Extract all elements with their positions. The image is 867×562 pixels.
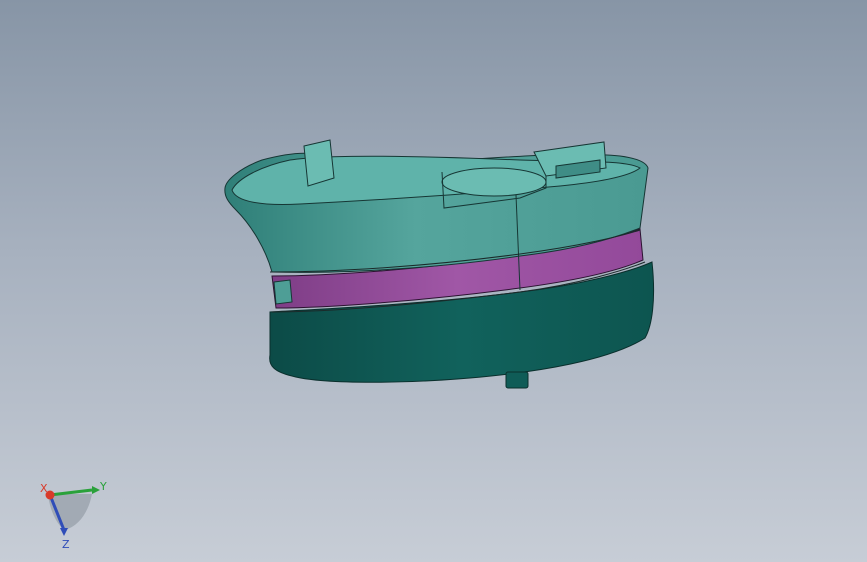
y-axis-label: Y — [99, 480, 107, 493]
z-arrow-icon — [60, 528, 68, 536]
model-left-tab — [303, 139, 335, 187]
model-stem — [505, 371, 529, 389]
3d-model-view[interactable] — [0, 0, 867, 562]
x-axis-label: X — [40, 482, 48, 495]
triad-base-shading — [48, 494, 92, 530]
z-axis-label: Z — [62, 538, 70, 550]
graphics-viewport[interactable]: X Y Z — [0, 0, 867, 562]
orientation-triad: X Y Z — [40, 480, 107, 550]
model-oval-cutout — [441, 167, 547, 197]
model-band-notch — [273, 279, 293, 305]
y-arrow-icon — [92, 486, 100, 494]
